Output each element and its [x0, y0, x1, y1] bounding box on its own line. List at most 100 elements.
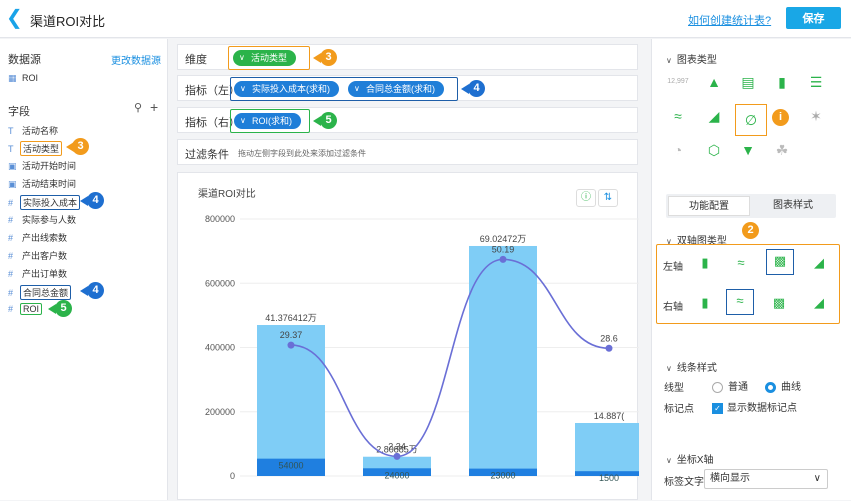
data-label: 2.34	[388, 441, 406, 451]
filter-label: 过滤条件	[185, 149, 229, 161]
data-label: 14.887(	[594, 411, 625, 421]
number-card-icon[interactable]: 12,997	[666, 71, 690, 93]
dual-axis-box: 左轴 ▮ ≈ ▩ ◢ 右轴 ▮ ≈ ▩ ◢	[656, 244, 840, 324]
annotation-badge: 3	[320, 49, 337, 66]
number-type-icon: #	[8, 198, 14, 208]
chevron-down-icon: ∨	[354, 84, 360, 93]
dimension-pill[interactable]: ∨ 活动类型	[233, 50, 297, 66]
chart-panel: 渠道ROI对比 ⓘ ⇅ 800000 600000 400000 200000 0 41.…	[177, 172, 639, 500]
search-icon[interactable]: ⚲	[134, 101, 142, 114]
number-type-icon: #	[8, 233, 14, 243]
info-badge-icon: i	[772, 109, 789, 126]
datasource-item[interactable]: ▦ ROI	[8, 73, 40, 87]
metric-pill[interactable]: ∨ ROI(求和)	[234, 113, 301, 129]
bar	[575, 422, 639, 476]
metric-right-row[interactable]: 指标（右） ∨ ROI(求和) 5	[177, 107, 638, 133]
bar	[469, 245, 537, 476]
checkbox-checked-icon: ✓	[712, 402, 723, 414]
field-item[interactable]: # 实际参与人数	[8, 213, 78, 227]
left-line-icon[interactable]: ≈	[729, 252, 753, 274]
annotation-badge: 4	[87, 282, 104, 299]
calendar-icon: ▣	[8, 161, 17, 171]
y-tick-label: 200000	[205, 407, 235, 417]
series-line	[290, 258, 610, 458]
field-item[interactable]: # 实际投入成本	[8, 195, 81, 210]
chevron-down-icon: ∨	[666, 56, 672, 65]
dual-axis-chart-icon[interactable]: ∅	[735, 104, 767, 136]
tab-function-config[interactable]: 功能配置	[668, 196, 750, 216]
field-item[interactable]: # 产出客户数	[8, 249, 69, 263]
y-tick-label: 600000	[205, 278, 235, 288]
help-link[interactable]: 如何创建统计表?	[688, 12, 771, 28]
table-chart-icon[interactable]: ▤	[736, 71, 760, 93]
map-chart-icon[interactable]: ☘	[770, 139, 794, 161]
line-style-header[interactable]: ∨ 线条样式	[666, 359, 717, 374]
line-chart-icon[interactable]: ≈	[666, 105, 690, 127]
radio-selected-icon	[765, 381, 776, 393]
chevron-down-icon: ∨	[666, 364, 672, 373]
field-item[interactable]: ▣ 活动结束时间	[8, 177, 78, 191]
chevron-down-icon: ∨	[239, 53, 245, 62]
bar-chart-icon[interactable]: ☰	[804, 71, 828, 93]
right-panel: ∨ 图表类型 12,997 ▲ ▤ ▮ ☰ ≈ ◢ ∅ i ✶ ◔ ⬡ ▼ ☘ 功…	[651, 39, 851, 500]
dimension-row[interactable]: 维度 ∨ 活动类型 3	[177, 44, 638, 70]
field-item[interactable]: ▣ 活动开始时间	[8, 159, 78, 173]
field-item[interactable]: # 产出线索数	[8, 231, 69, 245]
annotation-badge: 5	[320, 112, 337, 129]
left-column-icon[interactable]: ▮	[693, 252, 717, 274]
radio-curve[interactable]: 曲线	[765, 378, 801, 393]
marker-checkbox[interactable]: ✓ 显示数据标记点	[712, 399, 797, 414]
top-header: ❮ 渠道ROI对比 如何创建统计表? 保存	[0, 0, 851, 38]
left-panel: 数据源 更改数据源 ▦ ROI 字段 ⚲ + T 活动名称 T 活动类型 ▣ 活动开始时…	[0, 39, 168, 500]
annotation-badge: 2	[742, 222, 759, 239]
funnel-chart-icon[interactable]: ▼	[736, 139, 760, 161]
right-line-icon[interactable]: ≈	[726, 289, 754, 315]
number-type-icon: #	[8, 288, 14, 298]
y-tick-label: 0	[230, 471, 235, 481]
chart-type-header[interactable]: ∨ 图表类型	[666, 51, 717, 66]
left-area-icon[interactable]: ◢	[807, 252, 831, 274]
gauge-chart-icon[interactable]: ▲	[702, 71, 726, 93]
field-item[interactable]: T 活动名称	[8, 124, 60, 138]
fields-label: 字段	[8, 106, 30, 118]
metric-pill[interactable]: ∨ 实际投入成本(求和)	[234, 81, 339, 97]
scatter-chart-icon[interactable]: ✶	[804, 105, 828, 127]
area-chart-icon[interactable]: ◢	[702, 105, 726, 127]
pie-chart-icon[interactable]: ◔	[666, 139, 690, 161]
data-label: 24000	[384, 470, 409, 480]
table-icon: ▦	[8, 73, 17, 83]
right-stacked-icon[interactable]: ▩	[767, 292, 791, 314]
radio-normal[interactable]: 普通	[712, 378, 748, 393]
config-tabs: 功能配置 图表样式	[666, 194, 836, 218]
metric-left-row[interactable]: 指标（左） ∨ 实际投入成本(求和) ∨ 合同总金额(求和) 4	[177, 75, 638, 101]
marker-label: 标记点	[664, 404, 694, 415]
radar-chart-icon[interactable]: ⬡	[702, 139, 726, 161]
calendar-icon: ▣	[8, 179, 17, 189]
right-axis-label: 右轴	[663, 302, 683, 313]
text-type-icon: T	[8, 144, 14, 154]
save-button[interactable]: 保存	[786, 7, 841, 29]
tab-chart-style[interactable]: 图表样式	[752, 196, 834, 216]
back-arrow-icon[interactable]: ❮	[6, 8, 23, 28]
right-column-icon[interactable]: ▮	[693, 292, 717, 314]
filter-row[interactable]: 过滤条件 拖动左侧字段到此处来添加过滤条件	[177, 139, 638, 165]
tick-text-select[interactable]: 横向显示 ∨	[704, 469, 828, 489]
right-area-icon[interactable]: ◢	[807, 292, 831, 314]
chevron-down-icon: ∨	[240, 84, 246, 93]
field-item[interactable]: # 合同总金额	[8, 285, 72, 300]
data-label: 41.376412万	[265, 313, 317, 323]
add-icon[interactable]: +	[150, 99, 158, 115]
metric-pill[interactable]: ∨ 合同总金额(求和)	[348, 81, 444, 97]
data-label: 54000	[278, 461, 303, 471]
line-type-label: 线型	[664, 383, 684, 394]
field-item[interactable]: # ROI	[8, 303, 43, 317]
column-chart-icon[interactable]: ▮	[770, 71, 794, 93]
field-item[interactable]: # 产出订单数	[8, 267, 69, 281]
left-stacked-icon[interactable]: ▩	[766, 249, 794, 275]
chevron-down-icon: ∨	[240, 116, 246, 125]
chevron-down-icon: ∨	[666, 456, 672, 465]
field-item[interactable]: T 活动类型	[8, 141, 63, 156]
xaxis-header[interactable]: ∨ 坐标X轴	[666, 451, 714, 466]
change-datasource-link[interactable]: 更改数据源	[111, 52, 161, 67]
data-label: 23000	[490, 471, 515, 481]
